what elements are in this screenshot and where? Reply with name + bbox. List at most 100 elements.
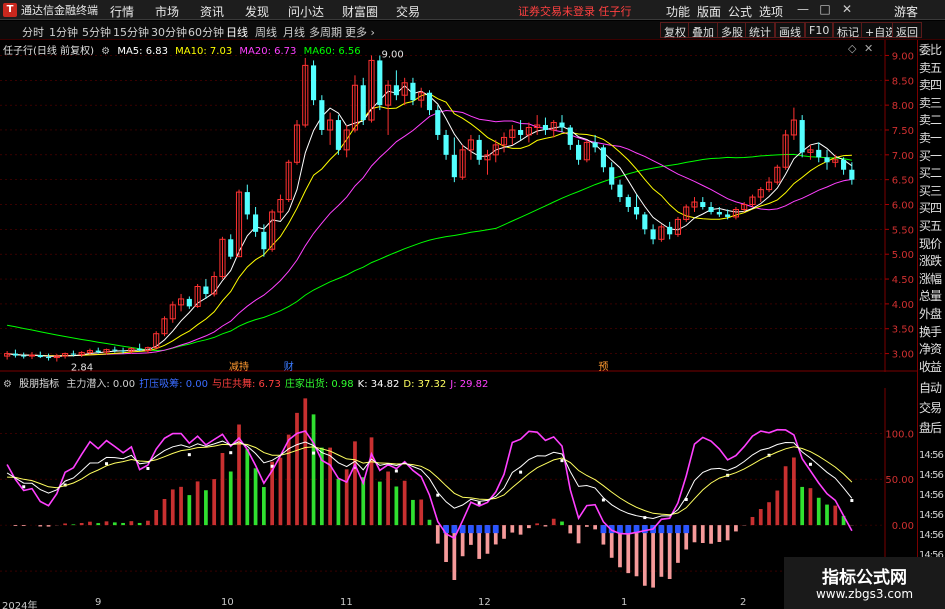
close-icon[interactable]: ✕ [840, 2, 854, 16]
menu-options[interactable]: 选项 [759, 3, 783, 20]
indicator-tick-label: 100.0 [885, 429, 914, 440]
btn-multi-stock[interactable]: 多股 [717, 22, 747, 39]
side-panel-item[interactable]: 自动 [919, 380, 945, 397]
btn-back[interactable]: 返回 [892, 22, 922, 39]
login-status[interactable]: 证券交易未登录 任子行 [518, 3, 632, 19]
candle-body [559, 122, 565, 128]
candle-body [476, 139, 482, 160]
btn-stats[interactable]: 统计 [745, 22, 775, 39]
candle-body [841, 159, 847, 170]
tab-more[interactable]: 更多 › [345, 24, 375, 40]
tab-1min[interactable]: 1分钟 [49, 24, 78, 40]
tab-intraday[interactable]: 分时 [22, 24, 44, 40]
candle-body [725, 214, 731, 217]
event-marker: 减持 [229, 360, 249, 372]
candle-body [203, 286, 209, 294]
menu-market[interactable]: 市场 [155, 3, 179, 20]
candle-body [576, 144, 582, 160]
ma20-line [7, 109, 852, 357]
maximize-icon[interactable]: □ [818, 2, 832, 16]
tab-weekly[interactable]: 周线 [255, 24, 277, 40]
menu-wealth[interactable]: 财富圈 [342, 3, 378, 20]
side-panel-item: 买三 [919, 183, 942, 198]
candle [228, 234, 234, 260]
ma5-line [7, 85, 853, 357]
price-tick-label: 5.00 [892, 250, 914, 261]
candle-body [137, 348, 143, 351]
candle [327, 112, 334, 145]
candle-body [816, 149, 822, 158]
suppress-bar [666, 525, 673, 534]
candle-body [542, 125, 549, 130]
candle-body [708, 207, 714, 212]
candle [807, 144, 814, 160]
candle [757, 187, 764, 203]
menu-quotes[interactable]: 行情 [110, 3, 134, 20]
candle [816, 142, 822, 163]
price-chart[interactable]: 9.00 8.50 8.00 7.50 7.00 6.50 6.00 5.50 5.00 4.50… [0, 40, 917, 372]
candle-body [21, 355, 27, 357]
price-tick-label: 7.00 [892, 151, 914, 162]
tab-30min[interactable]: 30分钟 [151, 24, 187, 40]
menu-discover[interactable]: 发现 [245, 3, 269, 20]
candle-body [567, 127, 573, 145]
menu-layout[interactable]: 版面 [697, 3, 721, 20]
suppress-bar [484, 525, 491, 534]
btn-adjust[interactable]: 复权 [660, 22, 690, 39]
date-label: 2 [740, 597, 747, 608]
suppress-bar [658, 525, 665, 534]
candle [302, 57, 309, 128]
btn-mark[interactable]: 标记 [833, 22, 863, 39]
candle-body [95, 350, 101, 353]
event-marker: 预 [598, 361, 608, 372]
menu-formula[interactable]: 公式 [728, 3, 752, 20]
menu-news[interactable]: 资讯 [200, 3, 224, 20]
candle [435, 105, 441, 140]
side-panel-item: 涨跌 [919, 254, 942, 269]
candle [525, 122, 532, 143]
btn-f10[interactable]: F10 [805, 22, 834, 38]
tab-multi-period[interactable]: 多周期 [309, 24, 342, 40]
tab-daily[interactable]: 日线 [226, 24, 248, 40]
suppress-bar [641, 525, 648, 534]
minimize-icon[interactable]: — [796, 2, 810, 16]
candle [410, 77, 416, 106]
tab-monthly[interactable]: 月线 [283, 24, 305, 40]
tab-5min[interactable]: 5分钟 [82, 24, 111, 40]
candle-body [824, 157, 830, 163]
event-marker: 财 [284, 360, 294, 372]
quote-side-panel: 委比 卖五 卖四 卖三 卖二 卖一 买一 买二 买三 买四 买五 现价 涨跌 涨幅 总量 外盘 换手 净资 收益 自动… [917, 40, 945, 609]
candle [849, 162, 855, 185]
side-panel-item[interactable]: 盘后 [919, 420, 945, 437]
candle-body [600, 147, 606, 168]
tab-60min[interactable]: 60分钟 [188, 24, 224, 40]
chevron-right-icon: › [370, 26, 375, 39]
marker-dot [519, 470, 523, 474]
indicator-chart[interactable]: 100.050.000.00-50.00 [0, 388, 917, 596]
menu-function[interactable]: 功能 [666, 3, 690, 20]
side-panel-item[interactable]: 交易 [919, 400, 945, 417]
menu-trade[interactable]: 交易 [396, 3, 420, 20]
candle-body [45, 357, 52, 359]
candle [799, 115, 805, 158]
candle [177, 293, 185, 312]
candle-body [253, 214, 259, 232]
candle [161, 316, 168, 337]
suppress-bar [683, 525, 690, 534]
btn-overlay[interactable]: 叠加 [688, 22, 718, 39]
candle [774, 164, 781, 185]
candle-body [518, 129, 524, 135]
user-label[interactable]: 游客 [894, 3, 918, 20]
candle-body [393, 85, 399, 96]
candle-body [716, 211, 722, 215]
side-panel-item: 委比 [919, 43, 942, 57]
menu-ask[interactable]: 问小达 [288, 3, 324, 20]
btn-draw[interactable]: 画线 [775, 22, 805, 39]
candle-body [37, 355, 43, 358]
candle-body [377, 60, 383, 106]
tab-15min[interactable]: 15分钟 [113, 24, 149, 40]
price-tick-label: 4.00 [892, 300, 914, 311]
candle [319, 95, 325, 135]
ma60-line [7, 153, 852, 352]
suppress-bar [625, 525, 632, 534]
